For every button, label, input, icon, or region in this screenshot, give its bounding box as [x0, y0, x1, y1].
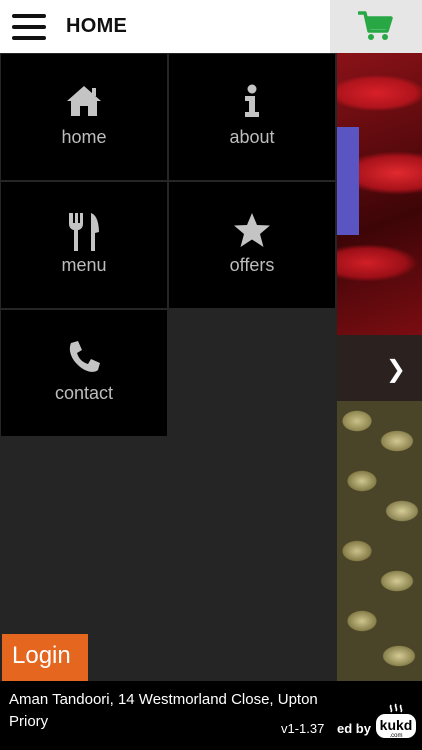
chevron-right-icon[interactable]: ❯: [386, 355, 406, 383]
fork-knife-icon: [1, 212, 167, 251]
top-bar: HOME: [0, 0, 422, 53]
side-menu: home about menu offers contact Login: [0, 53, 337, 750]
kukd-logo[interactable]: kukd .com: [373, 703, 419, 743]
menu-item-home[interactable]: home: [1, 54, 167, 180]
app-version: v1-1.37: [281, 721, 325, 736]
powered-by-text: ed by: [337, 721, 371, 736]
menu-item-label: contact: [54, 383, 114, 403]
menu-item-label: menu: [61, 255, 107, 275]
shopping-cart-icon: [358, 11, 393, 40]
hamburger-icon[interactable]: [12, 14, 46, 42]
menu-item-offers[interactable]: offers: [169, 182, 335, 308]
house-icon: [1, 84, 167, 120]
menu-item-menu[interactable]: menu: [1, 182, 167, 308]
star-icon: [169, 212, 335, 248]
login-button[interactable]: Login: [2, 634, 88, 681]
menu-item-label: home: [61, 127, 107, 147]
svg-text:kukd: kukd: [380, 717, 413, 733]
slider-bar: ❯: [337, 335, 422, 401]
menu-item-label: offers: [229, 255, 275, 275]
menu-item-contact[interactable]: contact: [1, 310, 167, 436]
cart-button[interactable]: [330, 0, 422, 53]
info-icon: [169, 84, 335, 120]
menu-item-about[interactable]: about: [169, 54, 335, 180]
powered-by: ed by kukd .com: [337, 681, 422, 750]
svg-text:.com: .com: [389, 733, 402, 739]
slide-banner-edge: [337, 127, 359, 235]
page-title: HOME: [66, 15, 128, 37]
footer: Aman Tandoori, 14 Westmorland Close, Upt…: [0, 681, 337, 750]
phone-icon: [1, 340, 167, 376]
hero-image: ❯: [337, 53, 422, 750]
menu-item-label: about: [229, 127, 275, 147]
